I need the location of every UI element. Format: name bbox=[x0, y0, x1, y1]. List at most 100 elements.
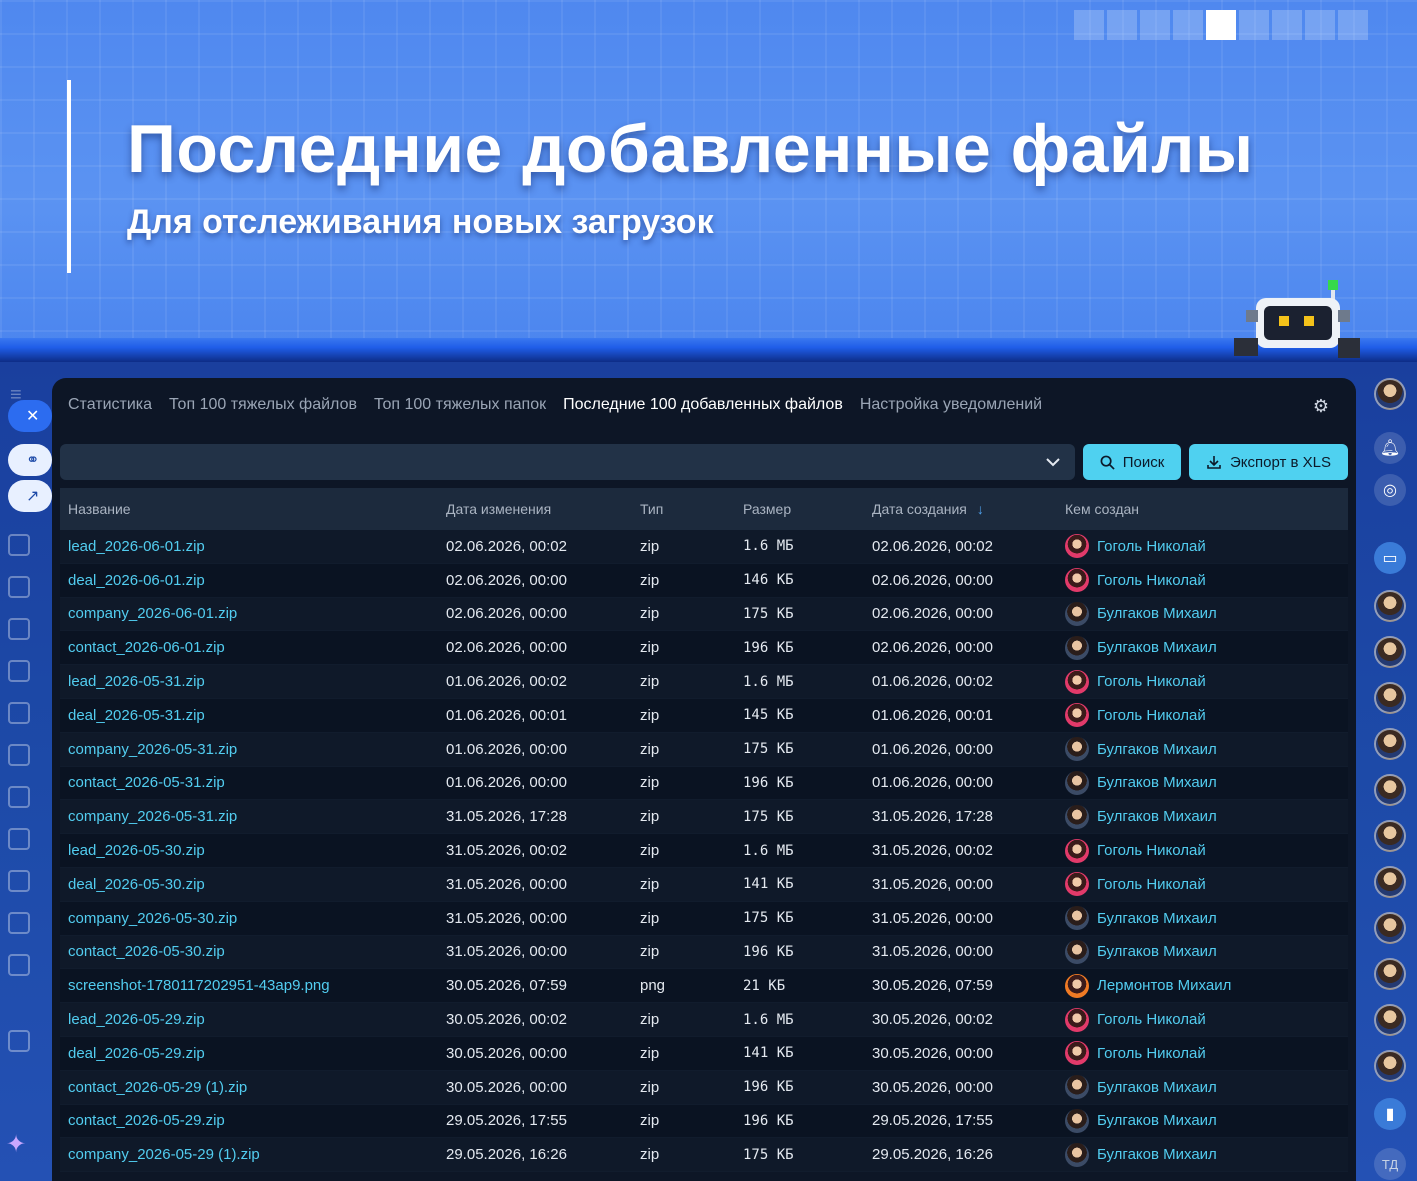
bell-icon[interactable]: 🔔︎ bbox=[1374, 432, 1406, 464]
author-cell[interactable]: Гоголь Николай bbox=[1065, 1007, 1348, 1032]
slide-dot-active[interactable] bbox=[1206, 10, 1236, 40]
author-cell[interactable]: Булгаков Михаил bbox=[1065, 770, 1348, 795]
tab-heavy-files[interactable]: Топ 100 тяжелых файлов bbox=[169, 396, 357, 418]
contact-avatar[interactable] bbox=[1374, 590, 1406, 622]
author-cell[interactable]: Гоголь Николай bbox=[1065, 703, 1348, 728]
author-cell[interactable]: Булгаков Михаил bbox=[1065, 804, 1348, 829]
author-name[interactable]: Булгаков Михаил bbox=[1097, 1112, 1217, 1129]
table-row[interactable]: deal_2026-05-29.zip 30.05.2026, 00:00 zip 1… bbox=[60, 1036, 1348, 1071]
author-cell[interactable]: Гоголь Николай bbox=[1065, 872, 1348, 897]
contact-avatar[interactable] bbox=[1374, 1050, 1406, 1082]
file-name-link[interactable]: screenshot-1780117202951-43ap9.png bbox=[60, 977, 446, 994]
file-edit-icon[interactable] bbox=[8, 828, 30, 850]
author-name[interactable]: Гоголь Николай bbox=[1097, 572, 1206, 589]
table-row[interactable]: lead_2026-05-31.zip 01.06.2026, 00:02 zip 1… bbox=[60, 665, 1348, 699]
export-xls-button[interactable]: Экспорт в XLS bbox=[1189, 444, 1348, 480]
tab-statistics[interactable]: Статистика bbox=[68, 396, 152, 418]
building-icon[interactable] bbox=[8, 576, 30, 598]
contact-avatar[interactable] bbox=[1374, 866, 1406, 898]
slide-dot[interactable] bbox=[1272, 10, 1302, 40]
author-name[interactable]: Гоголь Николай bbox=[1097, 1045, 1206, 1062]
contact-avatar[interactable] bbox=[1374, 682, 1406, 714]
slide-dot[interactable] bbox=[1305, 10, 1335, 40]
contact-avatar[interactable] bbox=[1374, 774, 1406, 806]
gear-icon[interactable]: ⚙ bbox=[1311, 396, 1331, 416]
mcp-icon[interactable] bbox=[8, 954, 30, 976]
author-cell[interactable]: Булгаков Михаил bbox=[1065, 1075, 1348, 1100]
file-name-link[interactable]: deal_2026-05-30.zip bbox=[60, 876, 446, 893]
slide-dot[interactable] bbox=[1140, 10, 1170, 40]
tab-recent-files[interactable]: Последние 100 добавленных файлов bbox=[563, 396, 843, 418]
author-name[interactable]: Булгаков Михаил bbox=[1097, 1079, 1217, 1096]
slide-dot[interactable] bbox=[1239, 10, 1269, 40]
table-row[interactable]: lead_2026-05-29.zip 30.05.2026, 00:02 zip 1… bbox=[60, 1003, 1348, 1037]
tab-notifications[interactable]: Настройка уведомлений bbox=[860, 396, 1042, 418]
column-type[interactable]: Тип bbox=[640, 501, 743, 517]
table-row[interactable]: lead_2026-06-01.zip 02.06.2026, 00:02 zip 1… bbox=[60, 530, 1348, 564]
column-size[interactable]: Размер bbox=[743, 501, 872, 517]
author-cell[interactable]: Гоголь Николай bbox=[1065, 568, 1348, 593]
table-row[interactable]: deal_2026-05-31.zip 01.06.2026, 00:01 zip 1… bbox=[60, 698, 1348, 733]
link-icon[interactable]: ⚭ bbox=[8, 444, 52, 476]
table-row[interactable]: company_2026-05-31.zip 01.06.2026, 00:00 z… bbox=[60, 732, 1348, 767]
author-name[interactable]: Гоголь Николай bbox=[1097, 1011, 1206, 1028]
contact-avatar[interactable] bbox=[1374, 912, 1406, 944]
file-name-link[interactable]: deal_2026-05-29.zip bbox=[60, 1045, 446, 1062]
file-name-link[interactable]: company_2026-05-29 (1).zip bbox=[60, 1146, 446, 1163]
author-name[interactable]: Лермонтов Михаил bbox=[1097, 977, 1231, 994]
author-name[interactable]: Булгаков Михаил bbox=[1097, 808, 1217, 825]
pen-icon[interactable] bbox=[8, 870, 30, 892]
file-name-link[interactable]: company_2026-05-31.zip bbox=[60, 741, 446, 758]
user-avatar[interactable] bbox=[1374, 378, 1406, 410]
column-name[interactable]: Название bbox=[60, 501, 446, 517]
slide-dot[interactable] bbox=[1107, 10, 1137, 40]
table-row[interactable]: contact_2026-05-30.zip 31.05.2026, 00:00 z… bbox=[60, 935, 1348, 970]
file-name-link[interactable]: company_2026-05-30.zip bbox=[60, 910, 446, 927]
author-name[interactable]: Булгаков Михаил bbox=[1097, 774, 1217, 791]
file-name-link[interactable]: lead_2026-05-31.zip bbox=[60, 673, 446, 690]
file-name-link[interactable]: deal_2026-06-01.zip bbox=[60, 572, 446, 589]
author-cell[interactable]: Булгаков Михаил bbox=[1065, 906, 1348, 931]
document-icon[interactable] bbox=[8, 618, 30, 640]
tab-heavy-folders[interactable]: Топ 100 тяжелых папок bbox=[374, 396, 546, 418]
table-row[interactable]: screenshot-1780117202951-43ap9.png 30.05.… bbox=[60, 969, 1348, 1004]
file-name-link[interactable]: deal_2026-05-31.zip bbox=[60, 707, 446, 724]
user-initials[interactable]: ТД bbox=[1374, 1148, 1406, 1180]
search-button[interactable]: Поиск bbox=[1083, 444, 1181, 480]
author-name[interactable]: Булгаков Михаил bbox=[1097, 1146, 1217, 1163]
filter-select[interactable] bbox=[60, 444, 1075, 480]
author-cell[interactable]: Гоголь Николай bbox=[1065, 534, 1348, 559]
column-author[interactable]: Кем создан bbox=[1065, 501, 1348, 517]
chat-search-icon[interactable]: ◎ bbox=[1374, 474, 1406, 506]
file-name-link[interactable]: lead_2026-06-01.zip bbox=[60, 538, 446, 555]
chat-icon[interactable]: ▭ bbox=[1374, 542, 1406, 574]
slide-dot[interactable] bbox=[1173, 10, 1203, 40]
author-cell[interactable]: Булгаков Михаил bbox=[1065, 635, 1348, 660]
contact-avatar[interactable] bbox=[1374, 728, 1406, 760]
contact-avatar[interactable] bbox=[1374, 820, 1406, 852]
author-cell[interactable]: Гоголь Николай bbox=[1065, 838, 1348, 863]
author-cell[interactable]: Булгаков Михаил bbox=[1065, 737, 1348, 762]
file-name-link[interactable]: company_2026-05-31.zip bbox=[60, 808, 446, 825]
author-name[interactable]: Гоголь Николай bbox=[1097, 673, 1206, 690]
task-icon[interactable] bbox=[8, 534, 30, 556]
author-name[interactable]: Гоголь Николай bbox=[1097, 876, 1206, 893]
file-name-link[interactable]: contact_2026-05-29.zip bbox=[60, 1112, 446, 1129]
author-cell[interactable]: Булгаков Михаил bbox=[1065, 601, 1348, 626]
author-name[interactable]: Гоголь Николай bbox=[1097, 707, 1206, 724]
column-modified[interactable]: Дата изменения bbox=[446, 501, 640, 517]
slide-dot[interactable] bbox=[1338, 10, 1368, 40]
author-name[interactable]: Булгаков Михаил bbox=[1097, 605, 1217, 622]
table-row[interactable]: deal_2026-05-30.zip 31.05.2026, 00:00 zip 1… bbox=[60, 867, 1348, 902]
hexagon-icon[interactable] bbox=[8, 786, 30, 808]
file-name-link[interactable]: lead_2026-05-30.zip bbox=[60, 842, 446, 859]
table-row[interactable]: contact_2026-05-31.zip 01.06.2026, 00:00 z… bbox=[60, 766, 1348, 801]
table-row[interactable]: company_2026-05-29 (1).zip 29.05.2026, 16… bbox=[60, 1138, 1348, 1173]
author-cell[interactable]: Булгаков Михаил bbox=[1065, 1142, 1348, 1167]
table-row[interactable]: contact_2026-05-29 (1).zip 30.05.2026, 00… bbox=[60, 1070, 1348, 1105]
robot-icon[interactable] bbox=[8, 912, 30, 934]
monitor-icon[interactable] bbox=[8, 660, 30, 682]
table-row[interactable]: company_2026-05-30.zip 31.05.2026, 00:00 z… bbox=[60, 901, 1348, 936]
contact-avatar[interactable] bbox=[1374, 636, 1406, 668]
table-row[interactable]: company_2026-05-31.zip 31.05.2026, 17:28 z… bbox=[60, 800, 1348, 835]
